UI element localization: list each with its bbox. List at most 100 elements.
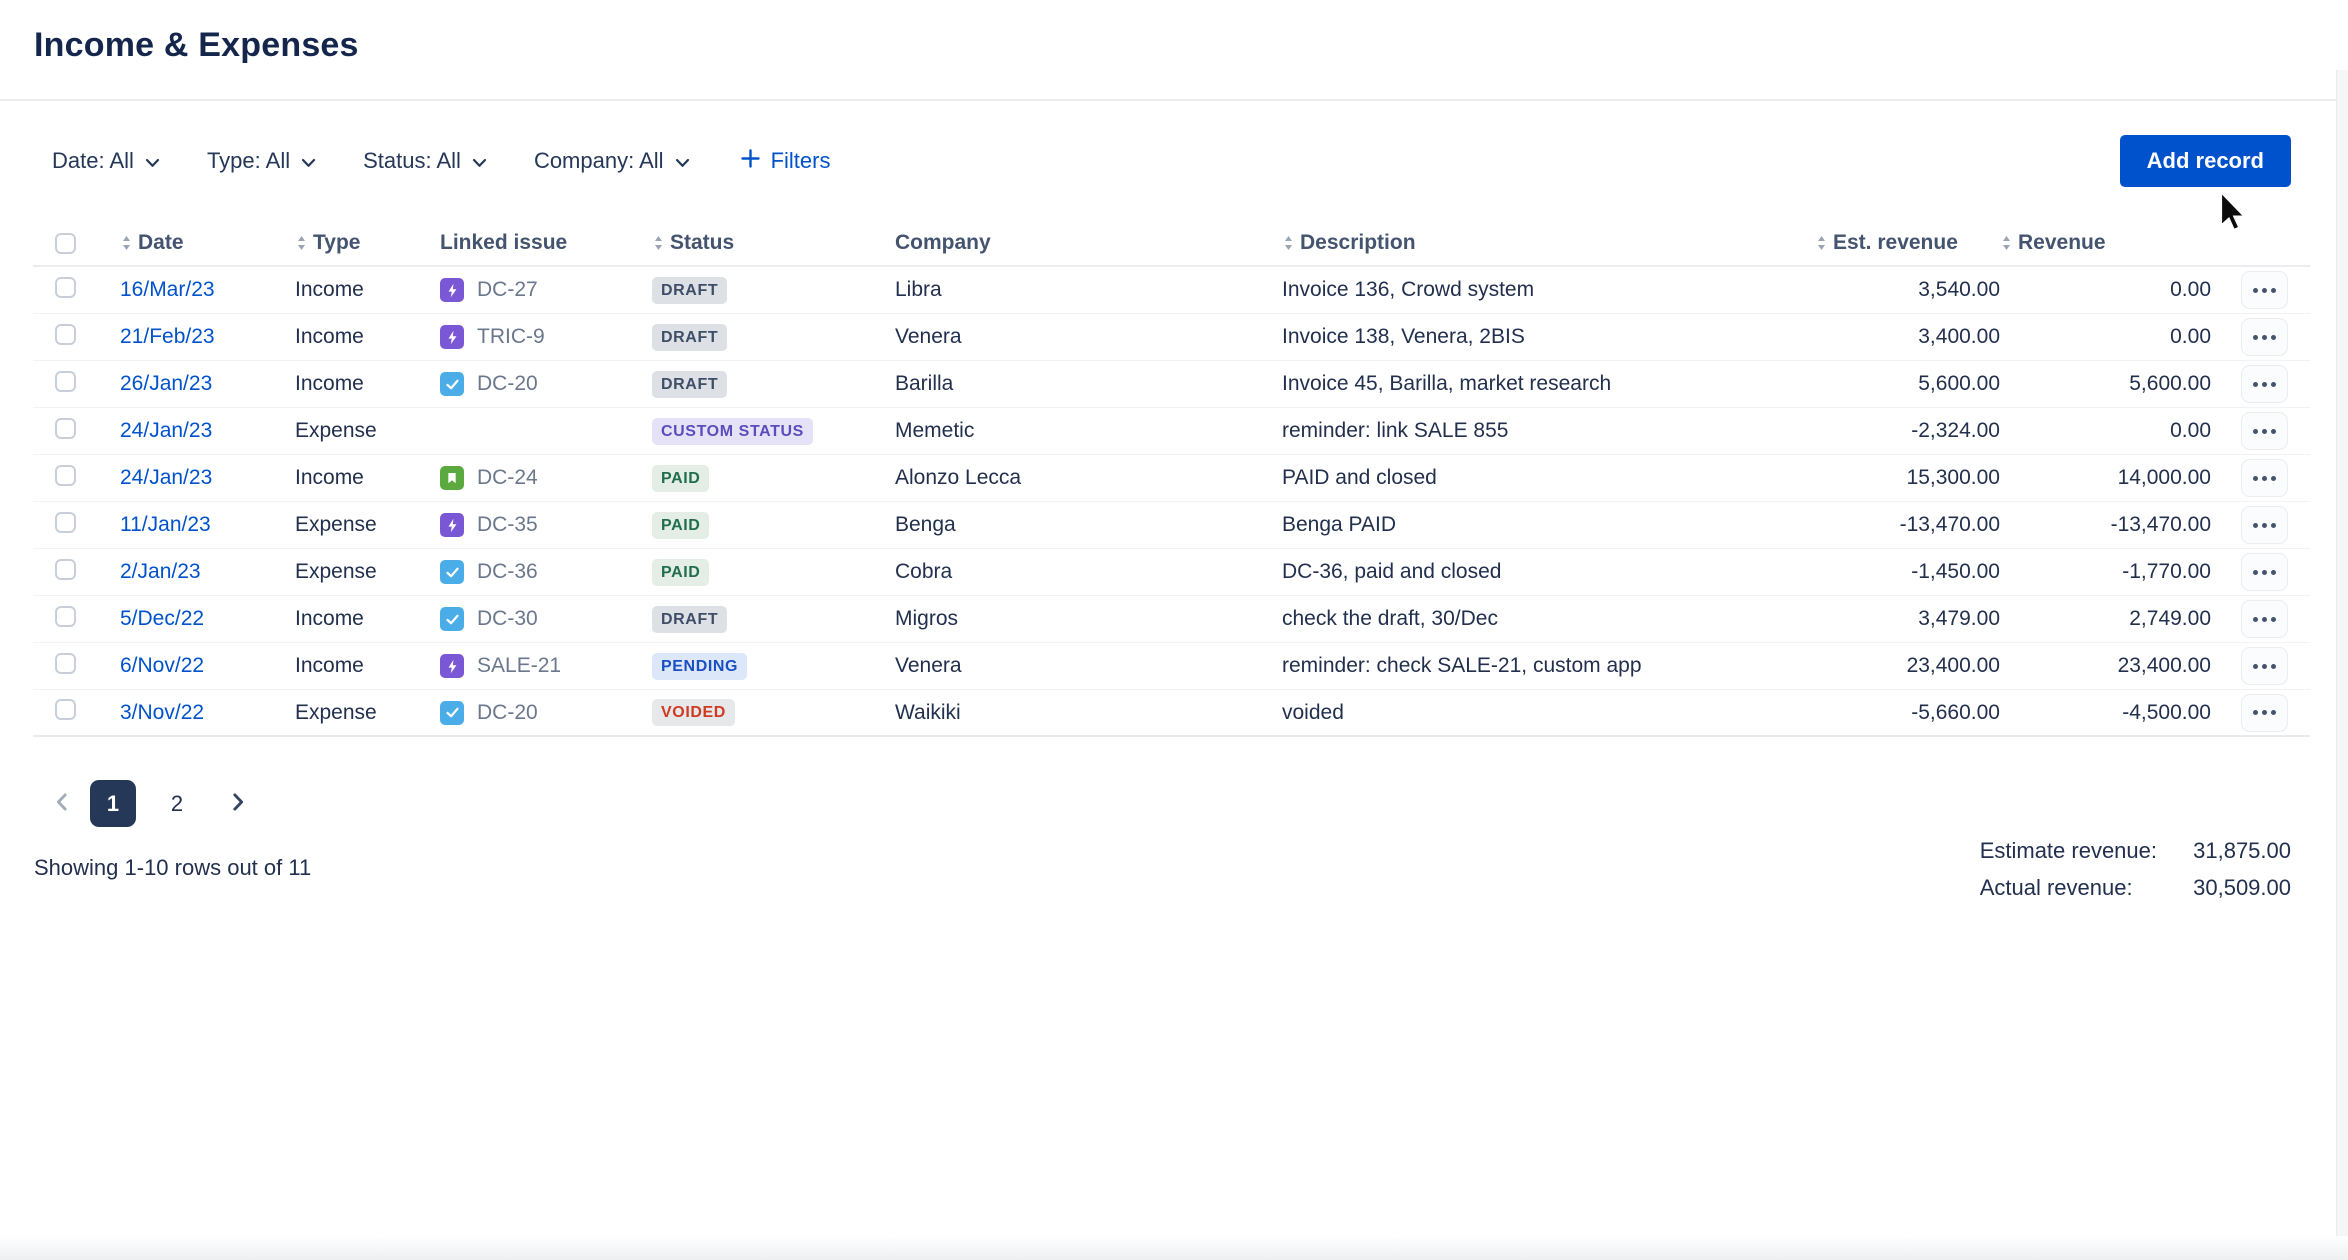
filter-status[interactable]: Status: All xyxy=(363,148,487,174)
date-link[interactable]: 11/Jan/23 xyxy=(120,513,211,536)
row-actions-button[interactable] xyxy=(2241,553,2288,591)
date-link[interactable]: 21/Feb/23 xyxy=(120,325,215,348)
row-select-cell xyxy=(33,277,120,304)
description-cell: reminder: check SALE-21, custom app xyxy=(1282,654,1815,678)
company-cell: Benga xyxy=(895,513,1282,537)
row-actions-button[interactable] xyxy=(2241,506,2288,544)
date-link[interactable]: 24/Jan/23 xyxy=(120,466,212,489)
linked-issue-cell[interactable]: SALE-21 xyxy=(440,654,652,678)
linked-issue-cell[interactable]: TRIC-9 xyxy=(440,325,652,349)
row-select-cell xyxy=(33,324,120,351)
date-cell: 26/Jan/23 xyxy=(120,372,295,396)
status-badge: DRAFT xyxy=(652,324,727,351)
col-header-select[interactable] xyxy=(33,233,120,254)
row-checkbox[interactable] xyxy=(55,699,76,720)
description-cell: Invoice 138, Venera, 2BIS xyxy=(1282,325,1815,349)
row-checkbox[interactable] xyxy=(55,465,76,486)
sort-icon xyxy=(652,234,665,252)
chevron-down-icon xyxy=(301,155,316,168)
page-button-1[interactable]: 1 xyxy=(90,780,136,827)
date-cell: 16/Mar/23 xyxy=(120,278,295,302)
issue-key: DC-24 xyxy=(477,466,538,490)
company-cell: Venera xyxy=(895,654,1282,678)
description-cell: DC-36, paid and closed xyxy=(1282,560,1815,584)
col-header-est-revenue[interactable]: Est. revenue xyxy=(1815,231,2000,255)
status-badge: CUSTOM STATUS xyxy=(652,418,813,445)
row-checkbox[interactable] xyxy=(55,371,76,392)
est-revenue-cell: 3,540.00 xyxy=(1815,278,2000,302)
page-button-2[interactable]: 2 xyxy=(154,780,200,827)
linked-issue-cell[interactable]: DC-30 xyxy=(440,607,652,631)
actions-cell xyxy=(2211,459,2310,497)
col-header-description[interactable]: Description xyxy=(1282,231,1815,255)
col-header-type[interactable]: Type xyxy=(295,231,440,255)
company-cell: Barilla xyxy=(895,372,1282,396)
date-link[interactable]: 6/Nov/22 xyxy=(120,654,204,677)
bolt-issue-icon xyxy=(440,278,464,302)
row-checkbox[interactable] xyxy=(55,653,76,674)
select-all-checkbox[interactable] xyxy=(55,233,76,254)
row-actions-button[interactable] xyxy=(2241,600,2288,638)
description-cell: voided xyxy=(1282,701,1815,725)
issue-key: DC-27 xyxy=(477,278,538,302)
row-actions-button[interactable] xyxy=(2241,412,2288,450)
row-checkbox[interactable] xyxy=(55,324,76,345)
filter-status-label: Status: All xyxy=(363,148,461,174)
col-header-date[interactable]: Date xyxy=(120,231,295,255)
linked-issue-cell[interactable]: DC-24 xyxy=(440,466,652,490)
ellipsis-icon xyxy=(2262,335,2267,340)
row-actions-button[interactable] xyxy=(2241,694,2288,732)
filter-date[interactable]: Date: All xyxy=(52,148,160,174)
row-checkbox[interactable] xyxy=(55,418,76,439)
row-actions-button[interactable] xyxy=(2241,365,2288,403)
row-select-cell xyxy=(33,418,120,445)
linked-issue-cell[interactable]: DC-20 xyxy=(440,701,652,725)
bolt-issue-icon xyxy=(440,325,464,349)
status-badge: DRAFT xyxy=(652,277,727,304)
date-link[interactable]: 5/Dec/22 xyxy=(120,607,204,630)
est-revenue-cell: 3,400.00 xyxy=(1815,325,2000,349)
row-checkbox[interactable] xyxy=(55,512,76,533)
type-cell: Expense xyxy=(295,560,440,584)
row-actions-button[interactable] xyxy=(2241,318,2288,356)
row-actions-button[interactable] xyxy=(2241,271,2288,309)
row-checkbox[interactable] xyxy=(55,559,76,580)
actions-cell xyxy=(2211,506,2310,544)
linked-issue-cell[interactable]: DC-27 xyxy=(440,278,652,302)
status-cell: VOIDED xyxy=(652,699,895,726)
date-link[interactable]: 3/Nov/22 xyxy=(120,701,204,724)
col-header-revenue[interactable]: Revenue xyxy=(2000,231,2211,255)
prev-page-button[interactable] xyxy=(52,791,74,816)
date-link[interactable]: 16/Mar/23 xyxy=(120,278,215,301)
company-cell: Migros xyxy=(895,607,1282,631)
linked-issue-cell[interactable]: DC-35 xyxy=(440,513,652,537)
ellipsis-icon xyxy=(2271,664,2276,669)
col-header-label: Est. revenue xyxy=(1833,231,1958,255)
row-select-cell xyxy=(33,371,120,398)
company-cell: Cobra xyxy=(895,560,1282,584)
issue-key: DC-20 xyxy=(477,701,538,725)
row-actions-button[interactable] xyxy=(2241,647,2288,685)
add-filters-button[interactable]: Filters xyxy=(740,148,831,175)
ellipsis-icon xyxy=(2262,570,2267,575)
date-link[interactable]: 2/Jan/23 xyxy=(120,560,201,583)
type-cell: Income xyxy=(295,372,440,396)
add-record-button[interactable]: Add record xyxy=(2120,135,2291,187)
ellipsis-icon xyxy=(2271,710,2276,715)
filter-company[interactable]: Company: All xyxy=(534,148,690,174)
row-checkbox[interactable] xyxy=(55,277,76,298)
filter-type[interactable]: Type: All xyxy=(207,148,316,174)
sort-icon xyxy=(1282,234,1295,252)
ellipsis-icon xyxy=(2271,288,2276,293)
row-actions-button[interactable] xyxy=(2241,459,2288,497)
row-select-cell xyxy=(33,559,120,586)
col-header-status[interactable]: Status xyxy=(652,231,895,255)
date-link[interactable]: 26/Jan/23 xyxy=(120,372,212,395)
col-header-label: Date xyxy=(138,231,184,255)
linked-issue-cell[interactable]: DC-20 xyxy=(440,372,652,396)
row-checkbox[interactable] xyxy=(55,606,76,627)
next-page-button[interactable] xyxy=(226,791,248,816)
page-title: Income & Expenses xyxy=(34,26,359,65)
linked-issue-cell[interactable]: DC-36 xyxy=(440,560,652,584)
date-link[interactable]: 24/Jan/23 xyxy=(120,419,212,442)
